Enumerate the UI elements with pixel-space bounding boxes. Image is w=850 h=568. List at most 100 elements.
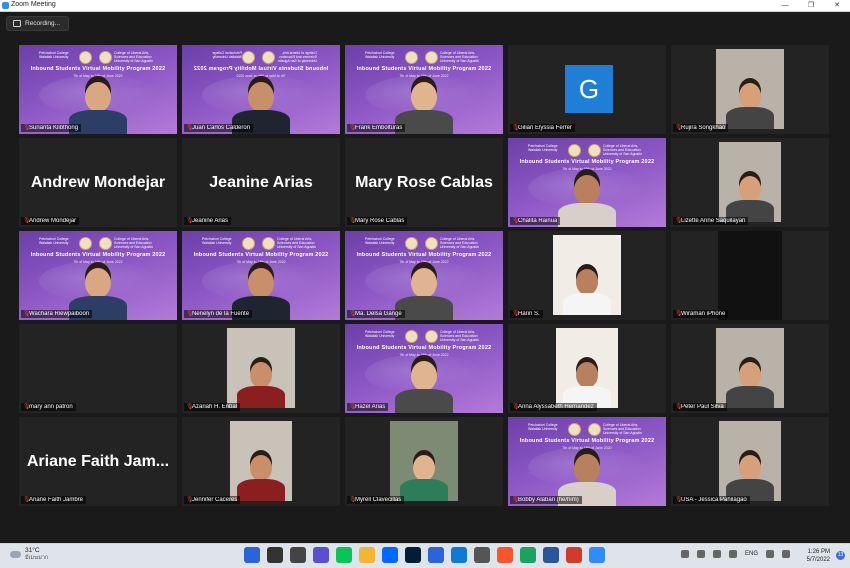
participant-tile[interactable]: Petchaburi College Walailak University Co… [19, 231, 177, 320]
college-name-left: Petchaburi College Walailak University [39, 237, 69, 245]
participant-tile[interactable]: Petchaburi College Walailak University Co… [345, 324, 503, 413]
minimize-button[interactable]: — [772, 0, 798, 11]
program-title: Inbound Students Virtual Mobility Progra… [356, 252, 492, 258]
participant-tile[interactable]: 🎙 Rujira Songkhao [671, 45, 829, 134]
weather-widget[interactable]: 31°C มีเมฆมาก [10, 547, 48, 562]
brave-icon[interactable] [497, 547, 513, 563]
participant-tile[interactable]: 🎙 Jennifer Caceres [182, 417, 340, 506]
participant-tile[interactable]: Petchaburi College Walailak University Co… [345, 231, 503, 320]
participant-name-label: 🎙 Wachara Riewpaiboon [21, 310, 93, 318]
participant-name-label: 🎙 Hazel Arias [347, 403, 389, 411]
participant-tile[interactable]: Petchaburi College Walailak University Co… [508, 138, 666, 227]
college-name-left: Petchaburi College Walailak University [365, 330, 395, 338]
photoshop-icon[interactable] [405, 547, 421, 563]
muted-mic-icon: 🎙 [675, 125, 683, 131]
participant-tile[interactable]: 🎙 Anna Alyssabeth Hernandez [508, 324, 666, 413]
participant-tile[interactable]: Petchaburi College Walailak University Co… [182, 231, 340, 320]
participant-tile[interactable]: 🎙 Harin S. [508, 231, 666, 320]
program-dates: 7th of May to 18th of June 2022 [236, 74, 286, 78]
participant-name-label: 🎙 Jennifer Caceres [184, 496, 241, 504]
chrome-icon[interactable] [520, 547, 536, 563]
title-bar: Zoom Meeting — ❐ ✕ [0, 0, 850, 12]
participant-tile[interactable]: 🎙 USA - Jessica Pahilagao [671, 417, 829, 506]
participant-name: Ma. Delsa Gange [355, 311, 402, 317]
notification-badge[interactable]: 13 [836, 551, 845, 560]
participant-name-label: 🎙 Juan Carlos Calderon [184, 124, 254, 132]
language-indicator[interactable]: ENG [745, 551, 758, 557]
program-title: Inbound Students Virtual Mobility Progra… [356, 345, 492, 351]
participant-video [719, 421, 781, 501]
recording-indicator[interactable]: Recording... [6, 16, 70, 31]
zoom-icon[interactable] [589, 547, 605, 563]
line-icon[interactable] [336, 547, 352, 563]
participant-name: Myrell Clavecillas [355, 497, 402, 503]
close-button[interactable]: ✕ [824, 0, 850, 11]
participant-tile[interactable]: 🎙 mary ann patron [19, 324, 177, 413]
taskview-icon[interactable] [290, 547, 306, 563]
participant-name-label: 🎙 Azariah H. Enbal [184, 403, 241, 411]
maximize-button[interactable]: ❐ [798, 0, 824, 11]
participant-tile[interactable]: Ariane Faith Jam... 🎙 Ariane Faith Jambre [19, 417, 177, 506]
chevron-up-icon[interactable] [680, 550, 689, 558]
search-icon[interactable] [267, 547, 283, 563]
participant-tile[interactable]: Mary Rose Cablas 🎙 Mary Rose Cablas [345, 138, 503, 227]
start-icon[interactable] [244, 547, 260, 563]
program-dates: 7th of May to 18th of June 2022 [399, 74, 449, 78]
participant-display-name: Jeanine Arias [209, 174, 313, 191]
participant-tile[interactable]: Petchaburi College Walailak University Co… [345, 45, 503, 134]
college-logo [79, 237, 92, 250]
participant-tile[interactable]: 🎙 Lizette Anne Saquilayan [671, 138, 829, 227]
participant-name-label: 🎙 Jeanine Arias [184, 217, 232, 225]
participant-tile[interactable]: Petchaburi College Walailak University Co… [19, 45, 177, 134]
participant-tile[interactable]: 🎙 Wiraman iPhone [671, 231, 829, 320]
college-name-left: Petchaburi College Walailak University [528, 144, 558, 152]
participant-video [390, 421, 458, 501]
chat-icon[interactable] [313, 547, 329, 563]
wifi-icon[interactable] [766, 550, 774, 558]
college-name-left: Petchaburi College Walailak University [202, 237, 232, 245]
volume-icon[interactable] [782, 550, 790, 558]
zalo-icon[interactable] [382, 547, 398, 563]
participant-name: Wiraman iPhone [681, 311, 726, 317]
word-icon[interactable] [543, 547, 559, 563]
college-logo [242, 51, 255, 64]
participant-name-label: 🎙 mary ann patron [21, 403, 76, 411]
network-icon[interactable] [696, 550, 705, 558]
college-name-right: College of Liberal Arts, Sciences and Ed… [440, 237, 479, 249]
battery-icon[interactable] [728, 550, 737, 558]
participant-tile[interactable]: Jeanine Arias 🎙 Jeanine Arias [182, 138, 340, 227]
university-logo [425, 330, 438, 343]
participant-tile[interactable]: 🎙 Peter Paul Silva [671, 324, 829, 413]
participant-name: Wachara Riewpaiboon [29, 311, 90, 317]
participant-name-label: 🎙 Nenelyn de la Fuente [184, 310, 253, 318]
weather-temp: 31°C [25, 547, 40, 554]
program-dates: 7th of May to 18th of June 2022 [562, 446, 612, 450]
participant-name-label: 🎙 Lizette Anne Saquilayan [673, 217, 749, 225]
muted-mic-icon: 🎙 [675, 497, 683, 503]
participant-tile[interactable]: 🎙 Azariah H. Enbal [182, 324, 340, 413]
university-logo [425, 237, 438, 250]
participant-video [556, 328, 618, 408]
en-icon[interactable] [428, 547, 444, 563]
store-icon[interactable] [474, 547, 490, 563]
participant-name: Harin S. [518, 311, 540, 317]
explorer-icon[interactable] [359, 547, 375, 563]
participant-tile[interactable]: Andrew Mondejar 🎙 Andrew Mondejar [19, 138, 177, 227]
participant-tile[interactable]: G 🎙 Gilian Elyssia Ferrer [508, 45, 666, 134]
onedrive-icon[interactable] [712, 550, 721, 558]
taskbar: 31°C มีเมฆมาก ENG 1:26 PM 5/7/2022 13 [0, 543, 850, 568]
participant-tile[interactable]: 🎙 Myrell Clavecillas [345, 417, 503, 506]
window-title: Zoom Meeting [11, 1, 56, 8]
edge-icon[interactable] [451, 547, 467, 563]
muted-mic-icon: 🎙 [512, 311, 520, 317]
clock[interactable]: 1:26 PM 5/7/2022 [807, 548, 830, 564]
participant-name: USA - Jessica Pahilagao [681, 497, 747, 503]
participant-tile[interactable]: Petchaburi College Walailak University Co… [182, 45, 340, 134]
muted-mic-icon: 🎙 [675, 218, 683, 224]
participant-tile[interactable]: Petchaburi College Walailak University Co… [508, 417, 666, 506]
muted-mic-icon: 🎙 [186, 311, 194, 317]
pdf-icon[interactable] [566, 547, 582, 563]
program-dates: 7th of May to 18th of June 2022 [562, 167, 612, 171]
participant-name: Mary Rose Cablas [355, 218, 405, 224]
muted-mic-icon: 🎙 [349, 497, 357, 503]
